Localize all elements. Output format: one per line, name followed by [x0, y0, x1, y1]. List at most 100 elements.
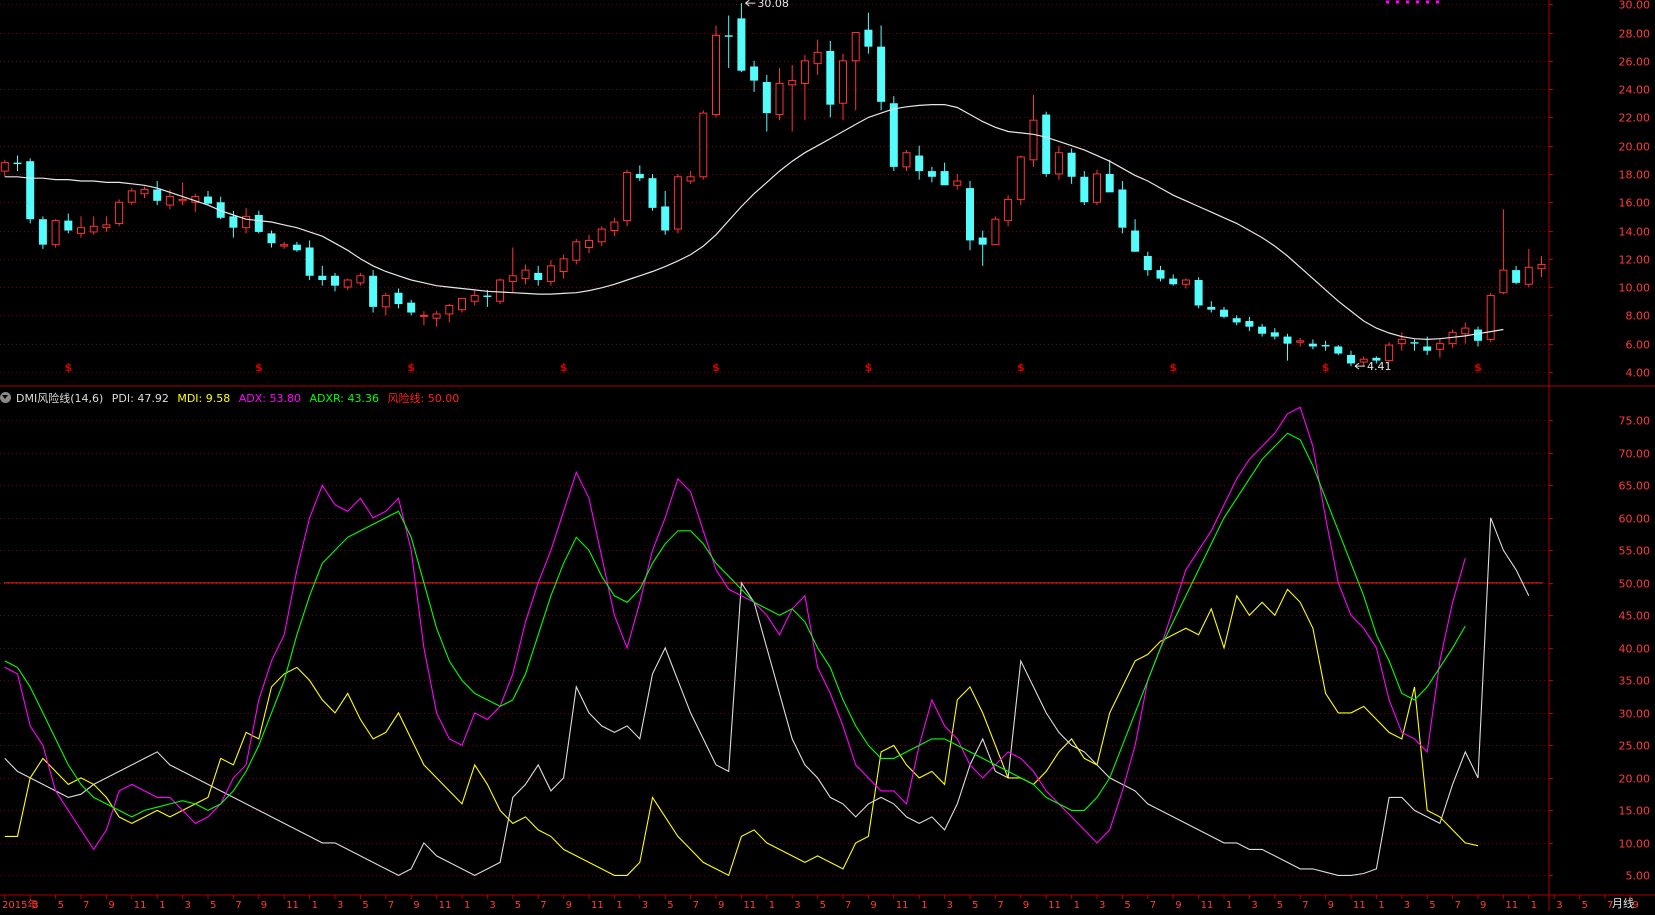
- candle-down[interactable]: [254, 214, 263, 232]
- candle-up[interactable]: [470, 295, 479, 302]
- dmi-panel[interactable]: [4, 406, 1543, 877]
- candle-up[interactable]: [1093, 173, 1101, 203]
- candle-down[interactable]: [534, 272, 543, 281]
- candle-up[interactable]: [699, 112, 708, 178]
- candle-up[interactable]: [610, 221, 619, 232]
- candle-up[interactable]: [356, 275, 365, 284]
- legend-indicator-name[interactable]: DMI风险线(14,6): [16, 392, 103, 405]
- candle-up[interactable]: [902, 152, 911, 168]
- candle-up[interactable]: [432, 313, 441, 319]
- candle-down[interactable]: [1194, 280, 1203, 306]
- dividend-marker[interactable]: $: [712, 361, 720, 374]
- candle-down[interactable]: [1118, 189, 1127, 228]
- candle-up[interactable]: [1486, 295, 1495, 340]
- candle-down[interactable]: [394, 292, 403, 305]
- chart-stage[interactable]: 30.08 4.41 $ $ $ $ $ $ $ $ $ $ 30.00 28.00 26.00 24.00…: [0, 0, 1655, 911]
- candle-down[interactable]: [1270, 332, 1279, 337]
- candle-down[interactable]: [1334, 346, 1343, 354]
- candle-up[interactable]: [1004, 198, 1013, 222]
- stock-chart[interactable]: 30.084.41$ $ $ $ $ $ $ $ $ $ 30.0028.0026.0024.00…: [0, 0, 1655, 911]
- candle-up[interactable]: [1435, 343, 1444, 350]
- candle-down[interactable]: [1156, 270, 1165, 279]
- candle-down[interactable]: [1347, 354, 1355, 364]
- candle-down[interactable]: [153, 189, 162, 201]
- candle-up[interactable]: [496, 279, 505, 302]
- candle-up[interactable]: [1461, 327, 1470, 335]
- candle-down[interactable]: [915, 155, 924, 172]
- candle-down[interactable]: [1080, 176, 1089, 203]
- candle-down[interactable]: [1169, 278, 1178, 285]
- candle-up[interactable]: [343, 279, 352, 288]
- price-panel[interactable]: 30.08 4.41 $ $ $ $ $ $ $ $ $ $: [0, 0, 1546, 374]
- candle-down[interactable]: [292, 244, 301, 251]
- dividend-marker[interactable]: $: [560, 361, 568, 374]
- candle-down[interactable]: [1474, 329, 1482, 341]
- candle-up[interactable]: [89, 225, 98, 233]
- candle-down[interactable]: [877, 46, 886, 102]
- candle-down[interactable]: [750, 66, 759, 81]
- candle-up[interactable]: [165, 196, 174, 206]
- candle-up[interactable]: [77, 227, 85, 234]
- candle-up[interactable]: [572, 241, 581, 261]
- candle-up[interactable]: [1296, 340, 1305, 343]
- candle-down[interactable]: [1220, 309, 1228, 317]
- candle-down[interactable]: [1512, 270, 1521, 283]
- candle-down[interactable]: [1245, 321, 1254, 327]
- candle-up[interactable]: [1385, 344, 1394, 362]
- candle-down[interactable]: [64, 220, 73, 231]
- dividend-marker[interactable]: $: [407, 361, 415, 374]
- candle-up[interactable]: [813, 51, 822, 65]
- candle-up[interactable]: [127, 190, 136, 203]
- candle-up[interactable]: [712, 34, 720, 116]
- candle-down[interactable]: [648, 178, 657, 208]
- dividend-marker[interactable]: $: [1474, 361, 1482, 374]
- candle-down[interactable]: [26, 161, 35, 220]
- candle-down[interactable]: [762, 82, 771, 114]
- candle-down[interactable]: [966, 188, 974, 241]
- candle-down[interactable]: [305, 247, 314, 276]
- candle-up[interactable]: [559, 258, 568, 273]
- candle-down[interactable]: [1308, 343, 1317, 347]
- candle-up[interactable]: [800, 60, 809, 84]
- candle-down[interactable]: [940, 171, 949, 186]
- candle-down[interactable]: [1105, 173, 1114, 193]
- candle-up[interactable]: [1054, 152, 1063, 175]
- indicator-dropdown-icon[interactable]: [0, 392, 11, 403]
- candle-down[interactable]: [826, 50, 835, 105]
- candle-up[interactable]: [521, 269, 530, 280]
- candle-up[interactable]: [445, 304, 454, 315]
- candle-up[interactable]: [51, 220, 60, 246]
- candle-up[interactable]: [458, 297, 466, 311]
- candle-down[interactable]: [1258, 326, 1267, 334]
- candle-down[interactable]: [1042, 114, 1051, 174]
- candle-up[interactable]: [775, 82, 784, 116]
- candle-up[interactable]: [788, 80, 797, 86]
- candle-down[interactable]: [1283, 336, 1292, 344]
- candle-up[interactable]: [178, 198, 187, 202]
- candle-down[interactable]: [661, 206, 670, 231]
- candle-up[interactable]: [1499, 269, 1508, 294]
- candle-up[interactable]: [585, 239, 593, 248]
- period-label[interactable]: 月线: [1612, 897, 1634, 911]
- dividend-marker[interactable]: $: [255, 361, 263, 374]
- candle-up[interactable]: [280, 244, 289, 247]
- dmi-series-adx[interactable]: [4, 406, 1466, 851]
- candle-up[interactable]: [1524, 266, 1533, 285]
- candle-down[interactable]: [737, 18, 746, 71]
- candle-down[interactable]: [1207, 306, 1216, 310]
- candle-up[interactable]: [1537, 263, 1546, 270]
- candle-down[interactable]: [1321, 345, 1330, 347]
- candle-up[interactable]: [953, 180, 962, 186]
- dividend-marker[interactable]: $: [1322, 361, 1330, 374]
- dmi-series-pdi[interactable]: [4, 517, 1530, 877]
- candle-up[interactable]: [597, 228, 606, 243]
- candle-up[interactable]: [546, 265, 555, 282]
- candle-down[interactable]: [1067, 152, 1076, 177]
- candle-down[interactable]: [889, 103, 898, 167]
- dividend-marker[interactable]: $: [64, 361, 72, 374]
- candle-down[interactable]: [1232, 318, 1241, 323]
- dividend-marker[interactable]: $: [865, 361, 873, 374]
- candle-up[interactable]: [1181, 279, 1190, 285]
- candle-up[interactable]: [623, 172, 632, 222]
- candle-up[interactable]: [686, 176, 695, 182]
